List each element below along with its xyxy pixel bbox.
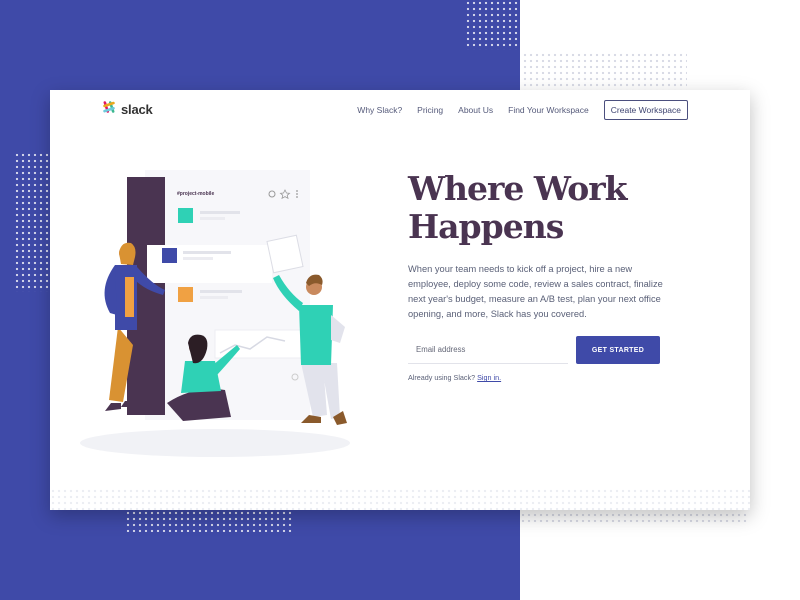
website-card: slack Why Slack? Pricing About Us Find Y… <box>50 90 750 510</box>
slack-logo[interactable]: slack <box>102 100 153 119</box>
create-workspace-button[interactable]: Create Workspace <box>603 100 688 120</box>
decorative-dot-pattern <box>125 510 293 532</box>
signin-prompt: Already using Slack? Sign in. <box>408 373 501 382</box>
channel-name: #project-mobile <box>177 191 214 197</box>
hero-description: When your team needs to kick off a proje… <box>408 264 663 319</box>
hero-headline: Where Work Happens <box>408 170 708 246</box>
more-vertical-icon <box>296 190 298 198</box>
get-started-button[interactable]: GET STARTED <box>576 336 660 364</box>
nav-link-find-workspace[interactable]: Find Your Workspace <box>508 105 589 115</box>
signin-link[interactable]: Sign in. <box>477 373 501 382</box>
signin-prefix: Already using Slack? <box>408 373 476 382</box>
decorative-dot-pattern <box>14 152 50 292</box>
decorative-dot-pattern <box>522 52 687 90</box>
logo-text: slack <box>121 102 153 117</box>
hero-headline-line1: Where Work <box>408 169 628 208</box>
slack-hash-icon <box>102 100 116 119</box>
hero-illustration: #project-mobile <box>75 165 375 475</box>
decorative-dot-pattern <box>465 0 520 50</box>
nav-link-pricing[interactable]: Pricing <box>417 105 443 115</box>
top-navigation: slack Why Slack? Pricing About Us Find Y… <box>50 90 750 126</box>
nav-links: Why Slack? Pricing About Us Find Your Wo… <box>357 100 688 120</box>
nav-link-about-us[interactable]: About Us <box>458 105 493 115</box>
hero-headline-line2: Happens <box>408 207 564 246</box>
email-input[interactable] <box>408 336 568 364</box>
decorative-dot-band <box>50 488 750 510</box>
decorative-dot-pattern <box>520 512 750 522</box>
nav-link-why-slack[interactable]: Why Slack? <box>357 105 402 115</box>
